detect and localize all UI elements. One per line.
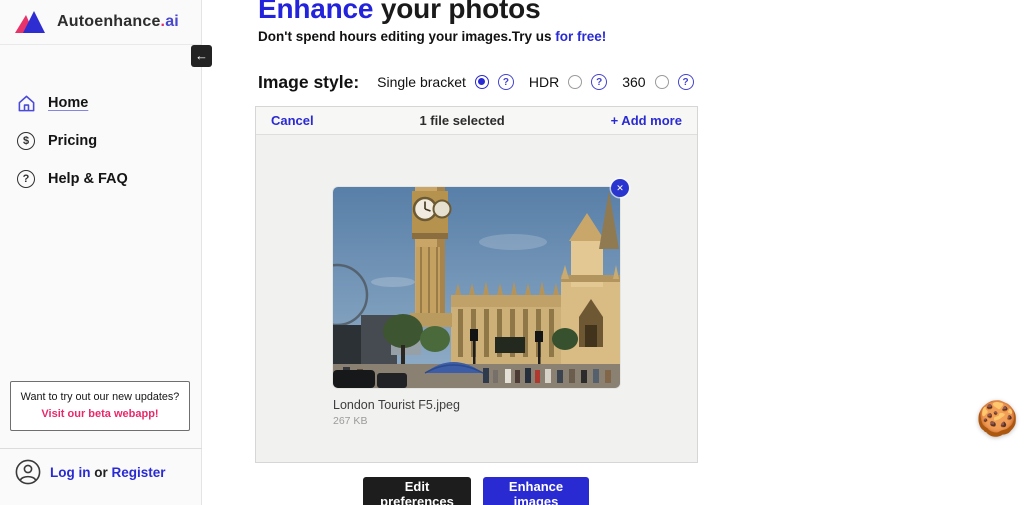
- sidebar-item-pricing[interactable]: $ Pricing: [0, 122, 201, 160]
- sidebar-divider: [0, 448, 202, 449]
- question-circle-icon: ?: [16, 169, 36, 189]
- hdr-help-icon[interactable]: ?: [591, 74, 607, 90]
- hdr-radio[interactable]: [568, 75, 582, 89]
- remove-file-button[interactable]: ✕: [611, 179, 629, 197]
- collapse-sidebar-button[interactable]: ←: [191, 45, 212, 67]
- single-bracket-help-icon[interactable]: ?: [498, 74, 514, 90]
- main-content: Enhance your photos Don't spend hours ed…: [203, 0, 1030, 505]
- file-name: London Tourist F5.jpeg: [333, 398, 620, 412]
- cookie-consent-icon[interactable]: 🍪: [976, 398, 1018, 440]
- file-item: ✕ London Tourist F5.jpeg 267 KB: [333, 187, 620, 427]
- enhance-images-button[interactable]: Enhance images: [483, 477, 589, 505]
- image-style-label: Image style:: [258, 72, 359, 93]
- image-style-row: Image style: Single bracket ? HDR ? 360 …: [258, 69, 694, 95]
- edit-preferences-button[interactable]: Edit preferences: [363, 477, 471, 505]
- auth-row[interactable]: Log in or Register: [15, 459, 166, 485]
- app-window: Autoenhance.ai ← Home $ Pricing: [0, 0, 1030, 505]
- option-360: 360 ?: [622, 74, 693, 90]
- dollar-circle-icon: $: [16, 131, 36, 151]
- option-hdr: HDR ?: [529, 74, 607, 90]
- photo-thumbnail: ✕: [333, 187, 620, 388]
- add-more-button[interactable]: + Add more: [611, 113, 682, 128]
- login-link[interactable]: Log in: [50, 465, 91, 480]
- sidebar: Autoenhance.ai ← Home $ Pricing: [0, 0, 202, 505]
- home-icon: [16, 93, 36, 113]
- sidebar-item-label: Home: [48, 95, 88, 111]
- auth-links: Log in or Register: [50, 465, 166, 480]
- beta-notice-box: Want to try out our new updates? Visit o…: [10, 381, 190, 431]
- file-panel-header: Cancel 1 file selected + Add more: [256, 107, 697, 135]
- notice-text: Want to try out our new updates?: [19, 391, 181, 403]
- single-bracket-radio[interactable]: [475, 75, 489, 89]
- logo[interactable]: Autoenhance.ai: [0, 0, 201, 45]
- autoenhance-logo-icon: [13, 9, 49, 35]
- beta-webapp-link[interactable]: Visit our beta webapp!: [19, 408, 181, 420]
- user-icon: [15, 459, 41, 485]
- page-subtitle: Don't spend hours editing your images.Tr…: [258, 29, 606, 44]
- for-free-link[interactable]: for free!: [555, 29, 606, 44]
- sidebar-item-home[interactable]: Home: [0, 84, 201, 122]
- logo-text: Autoenhance.ai: [57, 13, 179, 31]
- 360-radio[interactable]: [655, 75, 669, 89]
- sidebar-item-label: Help & FAQ: [48, 171, 128, 187]
- 360-help-icon[interactable]: ?: [678, 74, 694, 90]
- left-arrow-icon: ←: [195, 48, 208, 63]
- files-selected-status: 1 file selected: [419, 113, 504, 128]
- option-single-bracket: Single bracket ?: [377, 74, 514, 90]
- cancel-button[interactable]: Cancel: [271, 113, 314, 128]
- photo-thumbnail-image: [333, 187, 620, 388]
- sidebar-item-label: Pricing: [48, 133, 97, 149]
- register-link[interactable]: Register: [112, 465, 166, 480]
- file-panel-body: ✕ London Tourist F5.jpeg 267 KB: [256, 135, 697, 463]
- sidebar-nav: Home $ Pricing ? Help & FAQ: [0, 84, 201, 198]
- file-size: 267 KB: [333, 415, 620, 427]
- page-title: Enhance your photos: [258, 0, 540, 25]
- sidebar-item-help-faq[interactable]: ? Help & FAQ: [0, 160, 201, 198]
- close-icon: ✕: [616, 183, 624, 194]
- file-upload-panel: Cancel 1 file selected + Add more: [255, 106, 698, 463]
